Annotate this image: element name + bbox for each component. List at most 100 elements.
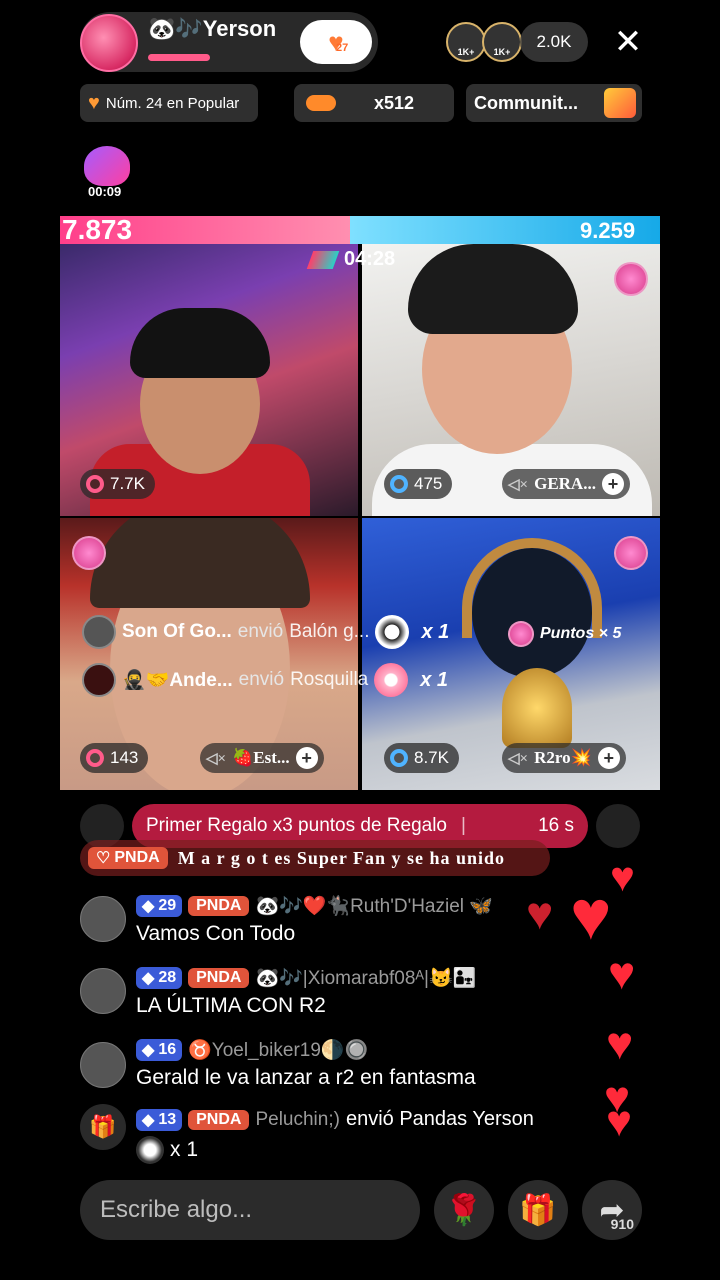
chat-avatar[interactable] xyxy=(80,896,126,942)
chat-message: Vamos Con Todo xyxy=(136,922,296,945)
chat-username[interactable]: ♉Yoel_biker19🌗🔘 xyxy=(188,1038,368,1062)
level-badge: ◆ 13 xyxy=(136,1108,183,1131)
fan-club-badge: ♡ PNDA xyxy=(88,847,168,869)
level-value: 29 xyxy=(158,897,177,914)
chat-username[interactable]: 🐼🎶❤️🐈‍⬛Ruth'D'Haziel 🦋 xyxy=(255,894,492,918)
share-count: 910 xyxy=(610,1216,634,1232)
chat-message: LA ÚLTIMA CON R2 xyxy=(136,994,326,1017)
chat-avatar[interactable] xyxy=(80,1042,126,1088)
mute-icon[interactable]: ◁× xyxy=(508,749,528,768)
heart-icon: ♡ xyxy=(96,850,111,867)
chat-gift-line: x 1 xyxy=(136,1136,198,1164)
mute-icon[interactable]: ◁× xyxy=(508,475,528,494)
host-avatar[interactable] xyxy=(80,14,138,72)
fan-club-label: PNDA xyxy=(196,969,242,986)
community-chip[interactable]: Communit... xyxy=(466,84,642,122)
battle-tile-2[interactable]: 475 ◁× GERA... + xyxy=(362,244,660,516)
score-icon xyxy=(86,749,104,767)
first-gift-time: 16 s xyxy=(538,815,574,836)
follow-like-button[interactable]: ♥ 27 xyxy=(300,20,372,64)
left-score: 7.873 xyxy=(62,214,133,245)
gift-sender: Son Of Go... xyxy=(122,621,232,642)
heart-icon: ♥ xyxy=(570,876,612,954)
fan-club-badge: PNDA xyxy=(188,1109,250,1130)
top-viewer-badge: 1K+ xyxy=(493,47,511,57)
battle-tile-3[interactable]: 143 ◁× 🍓Est... + xyxy=(60,518,358,790)
level-badge: ◆ 28 xyxy=(136,967,183,989)
gift-sender: 🥷🤝Ande... xyxy=(122,670,233,691)
multiplier-chip[interactable]: x512 xyxy=(294,84,454,122)
video-figure xyxy=(90,518,310,608)
heart-icon: ♥ xyxy=(606,1017,634,1069)
host-name[interactable]: 🐼🎶Yerson xyxy=(148,16,276,42)
diamond-icon: ◆ xyxy=(142,970,155,987)
chat-username[interactable]: Peluchin;) xyxy=(255,1109,340,1131)
viewer-count[interactable]: 2.0K xyxy=(520,22,588,62)
treasure-icon[interactable] xyxy=(84,146,130,186)
video-figure xyxy=(408,244,578,334)
super-fan-banner: ♡ PNDA M a r g o t es Super Fan y se ha u… xyxy=(80,840,550,876)
battle-countdown: 04:28 xyxy=(306,248,395,271)
treasure-timer: 00:09 xyxy=(88,184,122,199)
panda-gift-icon xyxy=(136,1136,164,1164)
gift-icon[interactable]: 🎁 xyxy=(508,1180,568,1240)
gift-feed-item: 🥷🤝Ande... envió Rosquilla x 1 xyxy=(82,660,448,700)
chat-message: envió Pandas Yerson xyxy=(345,1108,534,1130)
plus-icon[interactable]: + xyxy=(295,747,318,769)
battle-tile-4[interactable]: 8.7K ◁× R2ro💥 + xyxy=(362,518,660,790)
tile-score: 143 xyxy=(80,743,149,773)
tile-score: 8.7K xyxy=(384,743,459,773)
heart-icon: ♥ xyxy=(608,947,636,999)
rose-icon[interactable]: 🌹 xyxy=(434,1180,494,1240)
sender-avatar xyxy=(82,663,116,697)
rank-badge-icon xyxy=(614,536,648,570)
heart-icon: ♥ xyxy=(88,91,100,114)
chat-username[interactable]: 🐼🎶|Xiomarabf08ᴬ|😼👨‍👧 xyxy=(255,966,476,990)
ranking-chip[interactable]: ♥ Núm. 24 en Popular xyxy=(80,84,258,122)
mute-icon[interactable]: ◁× xyxy=(206,749,226,768)
chat-meta: ◆ 29 PNDA 🐼🎶❤️🐈‍⬛Ruth'D'Haziel 🦋 xyxy=(136,894,493,918)
fan-club-label: PNDA xyxy=(114,849,160,866)
heart-icon: ♥ xyxy=(526,887,554,939)
close-icon[interactable]: ✕ xyxy=(608,20,648,64)
banner-avatar-right xyxy=(596,804,640,848)
share-button[interactable]: ➦ 910 xyxy=(582,1180,642,1240)
top-viewer-avatar-2[interactable]: 1K+ xyxy=(482,22,522,62)
tile-score-value: 7.7K xyxy=(110,474,145,493)
heart-icon: ♥ xyxy=(610,853,635,900)
plus-icon[interactable]: + xyxy=(597,747,620,769)
tile-user-name: R2ro💥 xyxy=(534,748,592,767)
ranking-label: Núm. 24 en Popular xyxy=(105,94,240,112)
score-icon xyxy=(390,749,408,767)
tile-user[interactable]: ◁× 🍓Est... + xyxy=(200,743,324,773)
gift-verb: envió xyxy=(238,669,285,690)
battle-tile-1[interactable]: 7.7K xyxy=(60,244,358,516)
tile-user[interactable]: ◁× R2ro💥 + xyxy=(502,743,626,773)
boost-icon xyxy=(306,95,336,111)
fan-club-label: PNDA xyxy=(196,897,242,914)
tile-user[interactable]: ◁× GERA... + xyxy=(502,469,630,499)
divider: | xyxy=(461,815,466,836)
tile-score: 475 xyxy=(384,469,453,499)
gift-verb: envió xyxy=(237,621,284,642)
points-indicator: Puntos × 5 xyxy=(508,614,621,654)
tile-score-value: 475 xyxy=(414,474,443,493)
score-icon xyxy=(86,475,104,493)
rank-badge-icon xyxy=(72,536,106,570)
chat-meta: ◆ 13 PNDA Peluchin;) envió Pandas Yerson xyxy=(136,1108,534,1131)
comment-input[interactable]: Escribe algo... xyxy=(80,1180,420,1240)
gift-multiplier: x 1 xyxy=(170,1138,199,1161)
tile-score-value: 8.7K xyxy=(414,748,449,767)
top-viewer-badge: 1K+ xyxy=(457,47,475,57)
rank-badge-icon xyxy=(614,262,648,296)
top-viewer-avatar-1[interactable]: 1K+ xyxy=(446,22,486,62)
level-value: 13 xyxy=(158,1110,177,1128)
multiplier-label: x512 xyxy=(373,92,414,113)
plus-icon[interactable]: + xyxy=(601,473,624,495)
host-progress-bar xyxy=(148,54,210,61)
fan-club-badge: PNDA xyxy=(188,968,250,988)
chat-avatar[interactable] xyxy=(80,968,126,1014)
diamond-icon: ◆ xyxy=(142,1042,155,1059)
fan-club-label: PNDA xyxy=(196,1110,242,1128)
trophy-icon xyxy=(502,668,572,748)
